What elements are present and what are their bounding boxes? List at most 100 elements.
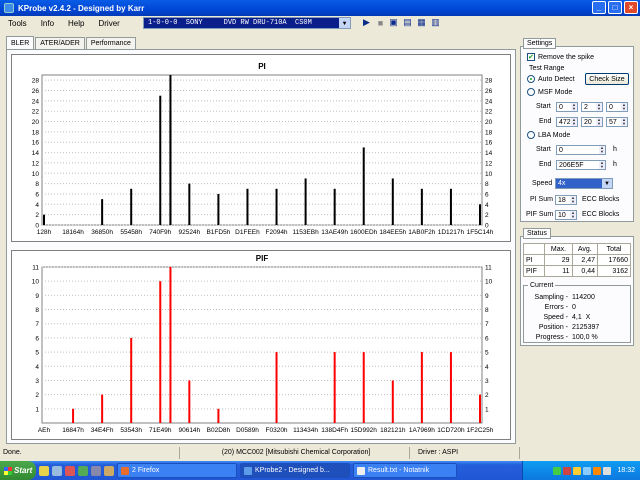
chart-title: PI [258,62,266,71]
lba-end-input[interactable]: 206E5F ▲ ▼ [556,160,606,170]
x-tick-label: F2094h [266,229,288,236]
speed-select[interactable]: 4x ▼ [555,178,613,189]
play-icon[interactable]: ▶ [361,17,372,28]
app-quicklaunch-icon[interactable] [91,465,101,476]
desktop-icon[interactable] [52,465,62,476]
antivirus-icon[interactable] [563,466,572,475]
minimize-button[interactable]: _ [592,1,606,14]
tab-performance[interactable]: Performance [85,37,136,49]
x-tick-label: 18164h [62,229,84,236]
y-tick-label-left: 24 [32,98,40,105]
x-tick-label: 1F5C14h [467,229,494,236]
msf-end-min[interactable]: 472 ▲ ▼ [556,117,578,127]
lba-start-input[interactable]: 0 ▲ ▼ [556,145,606,155]
y-tick-label-left: 3 [35,378,39,385]
speed-label: Speed [532,180,553,187]
tab-ater-ader[interactable]: ATER/ADER [35,37,85,49]
sampling-label: Sampling - [534,294,568,301]
network-icon[interactable] [553,466,562,475]
msf-end-sec[interactable]: 20 ▲ ▼ [581,117,603,127]
msf-start-min[interactable]: 0 ▲ ▼ [556,102,578,112]
y-tick-label-left: 14 [32,150,40,157]
status-group: Status Max. Avg. Total PI 29 2,47 17660 … [520,228,634,346]
position-value: 2125397 [572,324,600,331]
current-group: Current Sampling - 114200 Errors - 0 Spe… [523,282,631,343]
bar [479,394,481,423]
x-tick-label: 92524h [178,229,200,236]
bar [217,408,220,423]
status-col-total: Total [597,243,631,255]
bar [391,380,394,423]
menu-driver[interactable]: Driver [98,19,119,28]
settings-header: Settings [523,38,557,49]
progress-value: 100,0 % [572,334,598,341]
pif-sum-input[interactable]: 10 ▲ ▼ [555,210,577,220]
save-icon[interactable]: ▣ [388,17,399,28]
remove-spike-checkbox[interactable]: ✔ Remove the spike [527,53,594,61]
x-tick-label: 55458h [120,229,142,236]
y-tick-label-right: 4 [485,202,489,209]
volume-icon[interactable] [583,466,592,475]
messenger-icon[interactable] [573,466,582,475]
msf-mode-radio[interactable]: MSF Mode [527,88,572,96]
x-tick-label: F0320h [266,427,288,434]
msf-start-sec[interactable]: 2 ▲ ▼ [581,102,603,112]
task-notepad[interactable]: Result.txt - Notatnik [353,463,457,478]
explorer-icon[interactable] [104,465,114,476]
lba-start-unit: h [613,146,617,153]
drive-select[interactable]: 1-0-0-0 SONY DVD RW DRU-710A CS0M ▼ [143,17,351,29]
task-kprobe[interactable]: KProbe2 - Designed b... [240,463,350,478]
bar [130,337,133,423]
auto-detect-label: Auto Detect [538,75,575,83]
maximize-button[interactable]: □ [608,1,622,14]
x-tick-label: B02D8h [207,427,231,434]
x-tick-label: 53543h [120,427,142,434]
task-firefox[interactable]: 2 Firefox [117,463,237,478]
stats-icon[interactable]: ▥ [430,17,441,28]
menu-tools[interactable]: Tools [8,19,27,28]
bar [362,147,365,225]
chevron-down-icon[interactable]: ▼ [339,18,350,28]
update-icon[interactable] [593,466,602,475]
y-tick-label-left: 1 [35,406,39,413]
msf-start-frame[interactable]: 0 ▲ ▼ [606,102,628,112]
menu-help[interactable]: Help [68,19,84,28]
auto-detect-radio[interactable]: Auto Detect [527,75,575,83]
screenshot-icon[interactable]: ▦ [416,17,427,28]
y-tick-label-left: 2 [35,212,39,219]
tab-bler[interactable]: BLER [6,36,35,49]
x-tick-label: D0589h [236,427,259,434]
usb-icon[interactable] [603,466,612,475]
check-icon: ✔ [527,53,535,61]
y-tick-label-right: 4 [485,364,489,371]
msf-end-frame[interactable]: 57 ▲ ▼ [606,117,628,127]
y-tick-label-left: 6 [35,191,39,198]
firefox-icon[interactable] [65,465,75,476]
kprobe-icon [244,466,252,475]
bar [391,178,394,225]
status-disc: (20) MCC002 [Mitsubishi Chemical Corpora… [180,446,410,459]
lba-mode-radio[interactable]: LBA Mode [527,131,570,139]
y-tick-label-right: 10 [485,171,493,178]
menu-info[interactable]: Info [41,19,54,28]
status-row-pif: PIF 11 0,44 3162 [522,265,631,277]
y-tick-label-left: 10 [32,171,40,178]
check-size-button[interactable]: Check Size [585,73,629,85]
folder-icon[interactable] [39,465,49,476]
media-icon[interactable] [78,465,88,476]
open-icon[interactable]: ▤ [402,17,413,28]
radio-icon [527,131,535,139]
chevron-down-icon[interactable]: ▼ [602,179,612,188]
pi-sum-input[interactable]: 18 ▲ ▼ [555,195,577,205]
x-tick-label: D1FEEh [235,229,260,236]
pi-chart: PI 28 28 26 26 24 24 22 22 20 20 18 18 16 16 14 14 12 12 10… [11,54,511,242]
y-tick-label-left: 18 [32,129,40,136]
bar [304,178,307,225]
pi-ecc-label: ECC Blocks [582,196,620,203]
close-button[interactable]: × [624,1,638,14]
start-button[interactable]: Start [0,461,36,480]
y-tick-label-right: 20 [485,119,493,126]
stop-icon[interactable]: ■ [375,17,386,28]
current-header: Current [528,282,556,289]
x-tick-label: 16847h [62,427,84,434]
